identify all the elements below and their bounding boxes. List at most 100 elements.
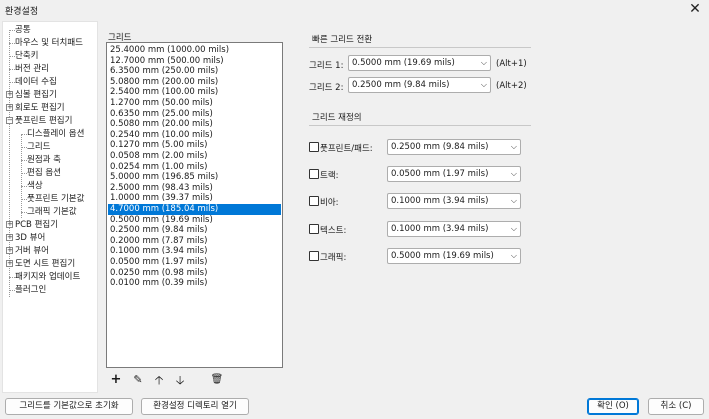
tree-item[interactable]: 원점과 축 bbox=[21, 154, 61, 166]
grid1-select[interactable]: 0.5000 mm (19.69 mils) ⌵ bbox=[348, 55, 491, 71]
override-checkbox[interactable] bbox=[309, 251, 319, 261]
tree-item[interactable]: 그래픽 기본값 bbox=[21, 206, 77, 218]
expand-icon[interactable]: + bbox=[6, 234, 13, 241]
tree-item[interactable]: + 도면 시트 편집기 bbox=[6, 258, 76, 270]
tree-item[interactable]: 단축키 bbox=[9, 50, 39, 62]
chevron-down-icon: ⌵ bbox=[480, 58, 487, 67]
grid-list-item[interactable]: 0.1000 mm (3.94 mils) bbox=[108, 246, 281, 257]
move-down-icon[interactable]: 🡣 bbox=[172, 372, 188, 388]
delete-grid-icon[interactable]: 🗑 bbox=[209, 372, 225, 388]
grid-list-item[interactable]: 0.0100 mm (0.39 mils) bbox=[108, 278, 281, 289]
grid-list-item[interactable]: 0.0254 mm (1.00 mils) bbox=[108, 162, 281, 173]
override-checkbox[interactable] bbox=[309, 196, 319, 206]
grid2-value: 0.2500 mm (9.84 mils) bbox=[352, 80, 450, 90]
add-grid-icon[interactable]: + bbox=[108, 372, 124, 388]
tree-item-label: 버전 관리 bbox=[15, 64, 49, 74]
grid-list-item[interactable]: 0.6350 mm (25.00 mils) bbox=[108, 109, 281, 120]
tree-item[interactable]: 플러그인 bbox=[9, 284, 46, 296]
expand-icon[interactable]: + bbox=[6, 91, 13, 98]
tree-item[interactable]: + 회로도 편집기 bbox=[6, 102, 65, 114]
chevron-down-icon: ⌵ bbox=[480, 80, 487, 89]
open-prefs-dir-button[interactable]: 환경설정 디렉토리 열기 bbox=[141, 398, 249, 415]
expand-icon[interactable]: + bbox=[6, 260, 13, 267]
tree-item[interactable]: + PCB 편집기 bbox=[6, 219, 58, 231]
collapse-icon[interactable]: − bbox=[6, 117, 13, 124]
close-icon[interactable]: ✕ bbox=[687, 1, 703, 17]
section-divider bbox=[309, 47, 531, 48]
tree-item-label: 도면 시트 편집기 bbox=[15, 259, 76, 269]
grid-list-item[interactable]: 0.0250 mm (0.98 mils) bbox=[108, 268, 281, 279]
override-value: 0.1000 mm (3.94 mils) bbox=[391, 196, 489, 206]
tree-item-label: 3D 뷰어 bbox=[15, 233, 46, 243]
override-select[interactable]: 0.1000 mm (3.94 mils) ⌵ bbox=[387, 193, 521, 209]
grid-list-item[interactable]: 4.7000 mm (185.04 mils) bbox=[108, 204, 281, 215]
tree-item-label: 패키지와 업데이트 bbox=[15, 272, 81, 282]
grid-list-item[interactable]: 1.0000 mm (39.37 mils) bbox=[108, 193, 281, 204]
tree-item[interactable]: 마우스 및 터치패드 bbox=[9, 37, 83, 49]
override-checkbox[interactable] bbox=[309, 224, 319, 234]
override-checkbox[interactable] bbox=[309, 169, 319, 179]
tree-item[interactable]: + 심볼 편집기 bbox=[6, 89, 57, 101]
tree-item[interactable]: 디스플레이 옵션 bbox=[21, 128, 84, 140]
override-label: 그래픽: bbox=[320, 253, 347, 263]
window-title: 환경설정 bbox=[5, 7, 39, 17]
tree-item[interactable]: 패키지와 업데이트 bbox=[9, 271, 81, 283]
override-select[interactable]: 0.2500 mm (9.84 mils) ⌵ bbox=[387, 139, 521, 155]
tree-item-label: 그리드 bbox=[27, 142, 51, 152]
tree-item[interactable]: 편집 옵션 bbox=[21, 167, 61, 179]
grid-list-item[interactable]: 5.0000 mm (196.85 mils) bbox=[108, 172, 281, 183]
grid-list-item[interactable]: 0.0508 mm (2.00 mils) bbox=[108, 151, 281, 162]
tree-connector bbox=[21, 160, 27, 161]
tree-item-label: 그래픽 기본값 bbox=[27, 207, 77, 217]
grid-list-item[interactable]: 0.0500 mm (1.97 mils) bbox=[108, 257, 281, 268]
tree-item[interactable]: 색상 bbox=[21, 180, 43, 192]
grid-list-item[interactable]: 6.3500 mm (250.00 mils) bbox=[108, 66, 281, 77]
grid-list-item[interactable]: 2.5000 mm (98.43 mils) bbox=[108, 183, 281, 194]
reset-grids-button[interactable]: 그리드를 기본값으로 초기화 bbox=[5, 398, 133, 415]
override-value: 0.1000 mm (3.94 mils) bbox=[391, 224, 489, 234]
grid-list-item[interactable]: 0.5080 mm (20.00 mils) bbox=[108, 119, 281, 130]
tree-connector bbox=[9, 290, 15, 291]
override-select[interactable]: 0.1000 mm (3.94 mils) ⌵ bbox=[387, 221, 521, 237]
grid-list-item[interactable]: 0.2540 mm (10.00 mils) bbox=[108, 130, 281, 141]
tree-item-label: 원점과 축 bbox=[27, 155, 61, 165]
tree-item[interactable]: 풋프린트 기본값 bbox=[21, 193, 84, 205]
tree-item[interactable]: +3D 뷰어 bbox=[6, 232, 46, 244]
grid-list-item[interactable]: 2.5400 mm (100.00 mils) bbox=[108, 87, 281, 98]
tree-item[interactable]: 버전 관리 bbox=[9, 63, 49, 75]
grid-list-item[interactable]: 0.2500 mm (9.84 mils) bbox=[108, 225, 281, 236]
grid-list-item[interactable]: 1.2700 mm (50.00 mils) bbox=[108, 98, 281, 109]
override-label: 비아: bbox=[320, 198, 339, 208]
override-select[interactable]: 0.0500 mm (1.97 mils) ⌵ bbox=[387, 166, 521, 182]
cancel-button[interactable]: 취소 (C) bbox=[648, 398, 704, 415]
override-label: 트랙: bbox=[320, 171, 339, 181]
ok-button[interactable]: 확인 (O) bbox=[587, 398, 639, 415]
expand-icon[interactable]: + bbox=[6, 247, 13, 254]
expand-icon[interactable]: + bbox=[6, 104, 13, 111]
grid-list-item[interactable]: 0.2000 mm (7.87 mils) bbox=[108, 236, 281, 247]
tree-item[interactable]: 공통 bbox=[9, 24, 31, 36]
tree-item[interactable]: 데이터 수집 bbox=[9, 76, 57, 88]
tree-item[interactable]: − 풋프린트 편집기 bbox=[6, 115, 73, 127]
expand-icon[interactable]: + bbox=[6, 221, 13, 228]
tree-item-label: 풋프린트 편집기 bbox=[15, 116, 73, 126]
grid-list-item[interactable]: 0.1270 mm (5.00 mils) bbox=[108, 140, 281, 151]
grid-list-item[interactable]: 12.7000 mm (500.00 mils) bbox=[108, 56, 281, 67]
tree-item-label: 회로도 편집기 bbox=[15, 103, 65, 113]
tree-connector bbox=[21, 147, 27, 148]
grid2-select[interactable]: 0.2500 mm (9.84 mils) ⌵ bbox=[348, 77, 491, 93]
override-select[interactable]: 0.5000 mm (19.69 mils) ⌵ bbox=[387, 248, 521, 264]
preferences-tree[interactable]: 공통 마우스 및 터치패드 단축키 버전 관리 데이터 수집 + 심볼 편집기 + 회로도 편집… bbox=[2, 21, 98, 393]
grid-list-item[interactable]: 25.4000 mm (1000.00 mils) bbox=[108, 45, 281, 56]
tree-item[interactable]: 그리드 bbox=[21, 141, 51, 153]
tree-connector bbox=[9, 69, 15, 70]
override-checkbox[interactable] bbox=[309, 142, 319, 152]
tree-connector bbox=[21, 186, 27, 187]
grid-list-item[interactable]: 0.5000 mm (19.69 mils) bbox=[108, 215, 281, 226]
grid-list[interactable]: 25.4000 mm (1000.00 mils) 12.7000 mm (500… bbox=[106, 42, 283, 368]
edit-grid-icon[interactable]: ✎ bbox=[130, 372, 146, 388]
tree-item-label: 단축키 bbox=[15, 51, 39, 61]
move-up-icon[interactable]: 🡡 bbox=[151, 372, 167, 388]
tree-item[interactable]: + 거버 뷰어 bbox=[6, 245, 49, 257]
grid-list-item[interactable]: 5.0800 mm (200.00 mils) bbox=[108, 77, 281, 88]
